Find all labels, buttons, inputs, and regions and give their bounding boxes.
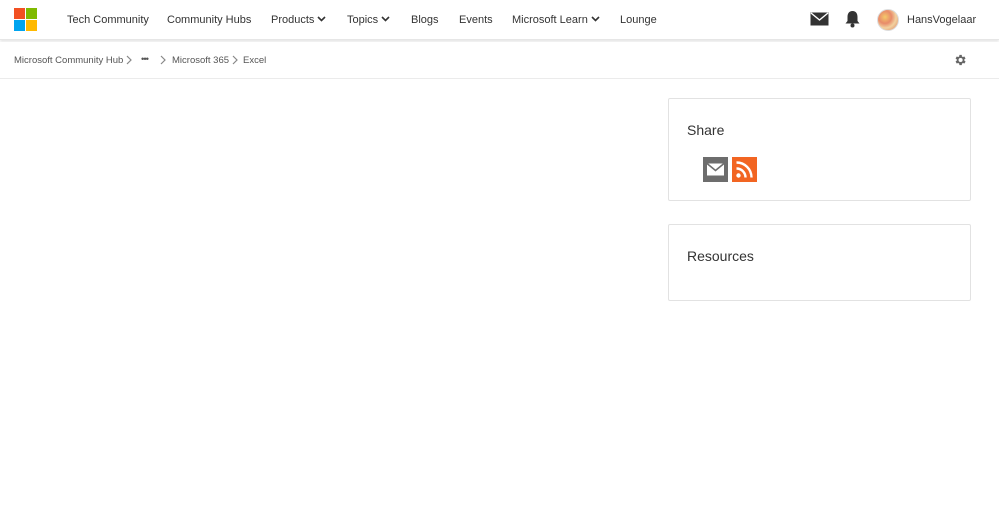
nav-community-hubs[interactable]: Community Hubs [167,12,251,28]
top-navigation: Tech Community Community Hubs Products T… [0,0,999,40]
chevron-right-icon [160,55,166,65]
chevron-down-icon [591,16,600,22]
chevron-down-icon [317,16,326,22]
resources-panel: Resources [668,224,971,301]
breadcrumb-excel[interactable]: Excel [243,55,266,67]
microsoft-logo[interactable] [14,8,37,31]
nav-microsoft-learn-label: Microsoft Learn [512,14,588,26]
share-title: Share [687,122,725,138]
avatar[interactable] [877,9,899,31]
share-panel: Share [668,98,971,201]
breadcrumb-microsoft-365[interactable]: Microsoft 365 [172,55,229,67]
username[interactable]: HansVogelaar [907,12,976,28]
chevron-right-icon [126,55,132,65]
gear-icon[interactable] [953,53,967,67]
rss-icon[interactable] [732,157,757,182]
nav-topics[interactable]: Topics [347,12,390,28]
chevron-down-icon [381,16,390,22]
nav-topics-label: Topics [347,14,379,26]
nav-events[interactable]: Events [459,12,493,28]
nav-products-label: Products [271,14,315,26]
mail-icon[interactable] [810,12,829,26]
bell-icon[interactable] [845,10,860,28]
nav-blogs[interactable]: Blogs [411,12,439,28]
resources-title: Resources [687,248,754,264]
breadcrumb: Microsoft Community Hub ••• Microsoft 36… [0,42,999,79]
nav-microsoft-learn[interactable]: Microsoft Learn [512,12,600,28]
breadcrumb-ellipsis[interactable]: ••• [141,54,149,66]
nav-products[interactable]: Products [271,12,326,28]
chevron-right-icon [232,55,238,65]
email-share-icon[interactable] [703,157,728,182]
nav-lounge[interactable]: Lounge [620,12,657,28]
nav-tech-community[interactable]: Tech Community [67,12,149,28]
breadcrumb-microsoft-community-hub[interactable]: Microsoft Community Hub [14,55,123,67]
